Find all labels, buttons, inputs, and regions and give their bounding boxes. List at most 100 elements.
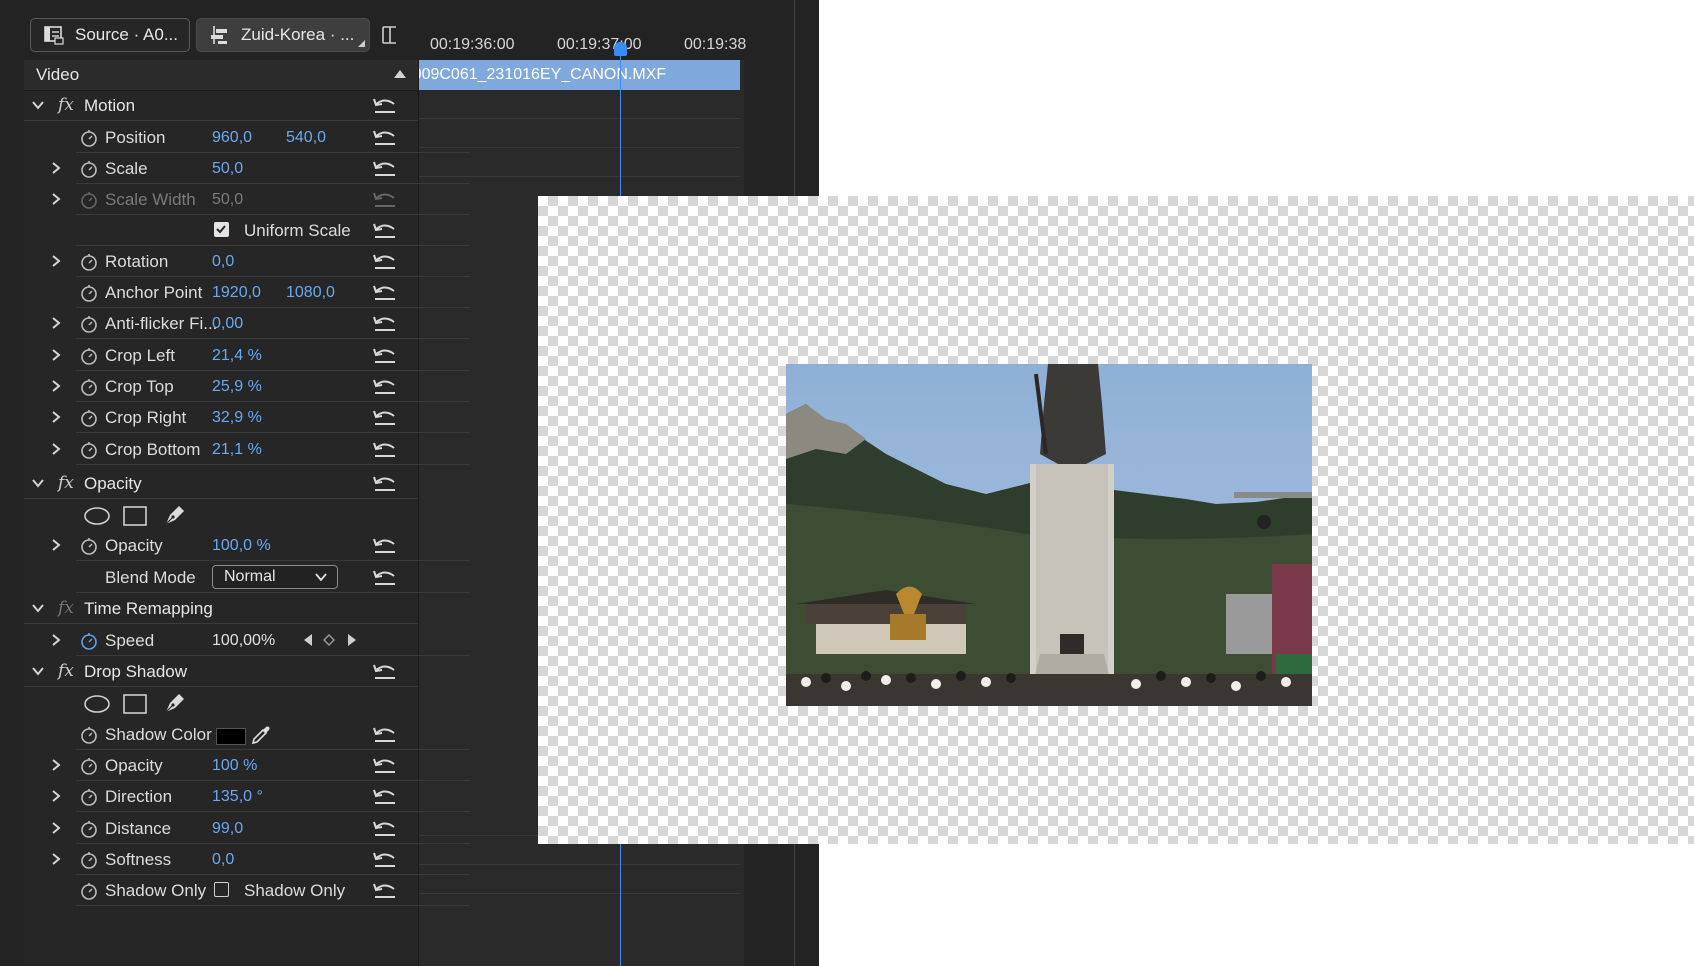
position-y-value[interactable]: 540,0 xyxy=(286,129,326,147)
property-speed[interactable]: Speed 100,00% xyxy=(24,625,470,656)
rectangle-mask-icon[interactable] xyxy=(122,693,148,715)
reset-icon[interactable] xyxy=(372,128,398,148)
property-direction[interactable]: Direction 135,0 ° xyxy=(24,781,470,812)
reset-icon[interactable] xyxy=(372,850,398,870)
rectangle-mask-icon[interactable] xyxy=(122,505,148,527)
property-distance[interactable]: Distance 99,0 xyxy=(24,813,470,844)
chevron-down-icon[interactable] xyxy=(30,475,46,491)
stopwatch-icon[interactable] xyxy=(79,314,99,334)
property-blend-mode[interactable]: Blend Mode Normal xyxy=(24,562,470,593)
stopwatch-icon[interactable] xyxy=(79,346,99,366)
anchor-x-value[interactable]: 1920,0 xyxy=(212,284,261,302)
time-ruler[interactable]: 00:19:36:00 00:19:37:00 00:19:38 xyxy=(396,18,746,58)
opacity-value[interactable]: 100,0 % xyxy=(212,537,271,555)
previous-keyframe-icon[interactable] xyxy=(302,633,314,647)
chevron-down-icon[interactable] xyxy=(30,97,46,113)
chevron-right-icon[interactable] xyxy=(48,378,64,394)
clip-bar[interactable]: A009C061_231016EY_CANON.MXF xyxy=(396,60,740,90)
reset-icon[interactable] xyxy=(372,159,398,179)
stopwatch-icon[interactable] xyxy=(79,283,99,303)
chevron-right-icon[interactable] xyxy=(48,253,64,269)
blend-mode-dropdown[interactable]: Normal xyxy=(212,565,338,589)
eyedropper-icon[interactable] xyxy=(250,724,272,746)
reset-icon[interactable] xyxy=(372,377,398,397)
property-shadow-only[interactable]: Shadow Only Shadow Only xyxy=(24,875,470,906)
chevron-right-icon[interactable] xyxy=(48,315,64,331)
ellipse-mask-icon[interactable] xyxy=(82,693,112,715)
property-softness[interactable]: Softness 0,0 xyxy=(24,844,470,875)
reset-icon[interactable] xyxy=(372,787,398,807)
chevron-right-icon[interactable] xyxy=(48,820,64,836)
uniform-scale-checkbox[interactable] xyxy=(214,222,229,237)
reset-icon[interactable] xyxy=(372,819,398,839)
stopwatch-icon[interactable] xyxy=(79,850,99,870)
stopwatch-icon[interactable] xyxy=(79,787,99,807)
effect-opacity[interactable]: fx Opacity xyxy=(24,468,418,499)
property-crop-left[interactable]: Crop Left 21,4 % xyxy=(24,340,470,371)
property-anchor-point[interactable]: Anchor Point 1920,0 1080,0 xyxy=(24,277,470,308)
property-opacity[interactable]: Opacity 100,0 % xyxy=(24,530,470,561)
stopwatch-icon[interactable] xyxy=(79,252,99,272)
reset-icon[interactable] xyxy=(372,881,398,901)
chevron-right-icon[interactable] xyxy=(48,537,64,553)
effect-time-remapping[interactable]: fx Time Remapping xyxy=(24,593,418,624)
ellipse-mask-icon[interactable] xyxy=(82,505,112,527)
crop-bottom-value[interactable]: 21,1 % xyxy=(212,441,262,459)
chevron-right-icon[interactable] xyxy=(48,757,64,773)
property-scale[interactable]: Scale 50,0 xyxy=(24,153,470,184)
reset-icon[interactable] xyxy=(372,408,398,428)
property-crop-right[interactable]: Crop Right 32,9 % xyxy=(24,402,470,433)
reset-icon[interactable] xyxy=(372,252,398,272)
reset-icon[interactable] xyxy=(372,662,398,682)
stopwatch-icon[interactable] xyxy=(79,756,99,776)
pen-mask-icon[interactable] xyxy=(162,503,188,527)
stopwatch-icon[interactable] xyxy=(79,440,99,460)
add-keyframe-icon[interactable] xyxy=(323,634,335,646)
reset-icon[interactable] xyxy=(372,221,398,241)
anchor-y-value[interactable]: 1080,0 xyxy=(286,284,335,302)
property-shadow-color[interactable]: Shadow Color xyxy=(24,719,470,750)
source-tab[interactable]: Source · A0... xyxy=(30,18,190,52)
property-anti-flicker[interactable]: Anti-flicker Fi... 0,00 xyxy=(24,308,470,339)
property-position[interactable]: Position 960,0 540,0 xyxy=(24,122,470,153)
playhead-handle[interactable] xyxy=(614,42,627,56)
video-section-header[interactable]: Video xyxy=(24,60,418,91)
chevron-down-icon[interactable] xyxy=(30,600,46,616)
fx-icon[interactable]: fx xyxy=(58,661,74,681)
stopwatch-icon[interactable] xyxy=(79,128,99,148)
collapse-up-icon[interactable] xyxy=(394,70,406,78)
crop-right-value[interactable]: 32,9 % xyxy=(212,409,262,427)
pen-mask-icon[interactable] xyxy=(162,691,188,715)
sequence-tab[interactable]: Zuid-Korea · ... xyxy=(196,18,370,52)
distance-value[interactable]: 99,0 xyxy=(212,820,243,838)
reset-icon[interactable] xyxy=(372,314,398,334)
fx-icon[interactable]: fx xyxy=(58,473,74,493)
next-keyframe-icon[interactable] xyxy=(346,633,358,647)
shadow-only-checkbox[interactable] xyxy=(214,882,229,897)
stopwatch-active-icon[interactable] xyxy=(79,631,99,651)
reset-icon[interactable] xyxy=(372,96,398,116)
softness-value[interactable]: 0,0 xyxy=(212,851,234,869)
reset-icon[interactable] xyxy=(372,536,398,556)
stopwatch-icon[interactable] xyxy=(79,377,99,397)
chevron-right-icon[interactable] xyxy=(48,788,64,804)
effect-motion[interactable]: fx Motion xyxy=(24,90,418,121)
reset-icon[interactable] xyxy=(372,346,398,366)
reset-icon[interactable] xyxy=(372,725,398,745)
property-shadow-opacity[interactable]: Opacity 100 % xyxy=(24,750,470,781)
stopwatch-icon[interactable] xyxy=(79,819,99,839)
stopwatch-icon[interactable] xyxy=(79,536,99,556)
chevron-right-icon[interactable] xyxy=(48,191,64,207)
property-uniform-scale[interactable]: Uniform Scale xyxy=(24,215,470,246)
effect-drop-shadow[interactable]: fx Drop Shadow xyxy=(24,656,418,687)
reset-icon[interactable] xyxy=(372,474,398,494)
direction-value[interactable]: 135,0 ° xyxy=(212,788,263,806)
property-rotation[interactable]: Rotation 0,0 xyxy=(24,246,470,277)
anti-flicker-value[interactable]: 0,00 xyxy=(212,315,243,333)
chevron-right-icon[interactable] xyxy=(48,409,64,425)
stopwatch-icon[interactable] xyxy=(79,881,99,901)
scale-value[interactable]: 50,0 xyxy=(212,160,243,178)
reset-icon[interactable] xyxy=(372,568,398,588)
chevron-right-icon[interactable] xyxy=(48,441,64,457)
chevron-right-icon[interactable] xyxy=(48,347,64,363)
